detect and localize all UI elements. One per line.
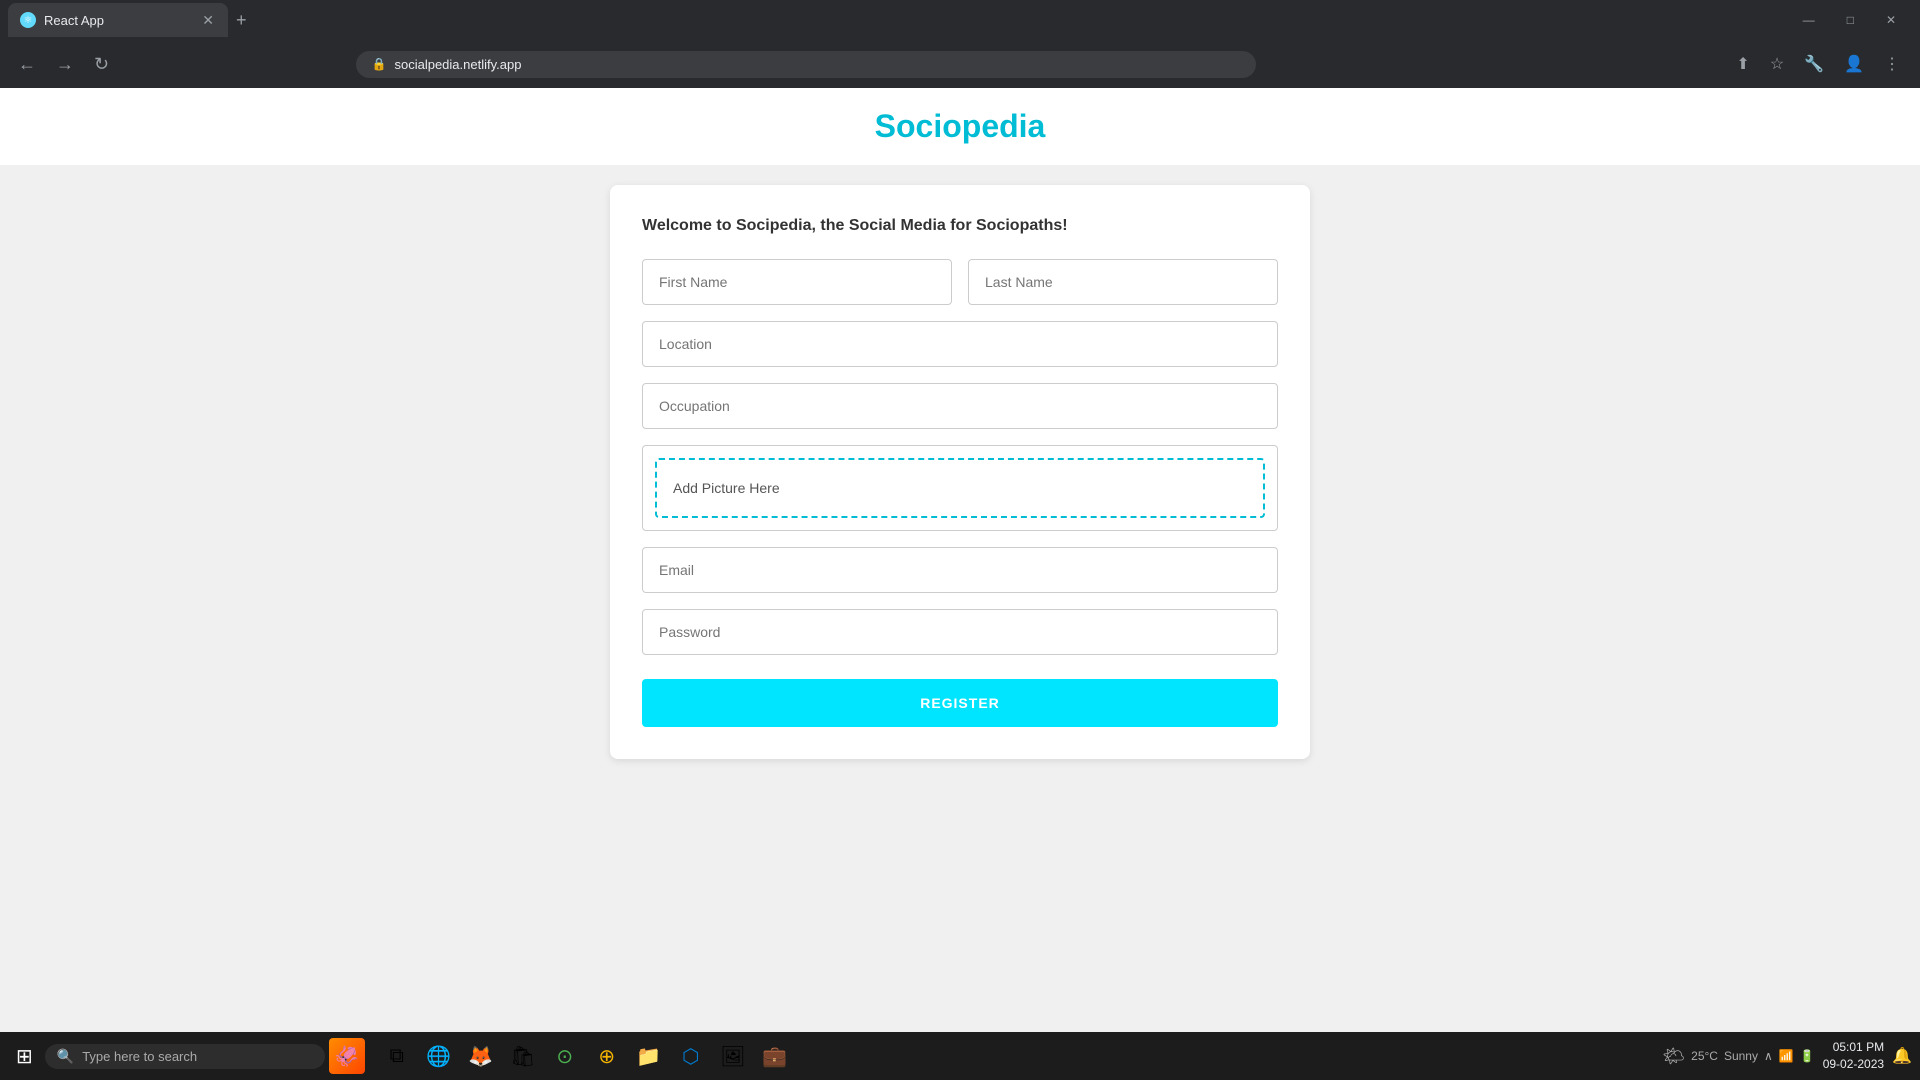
- address-text: socialpedia.netlify.app: [394, 57, 521, 72]
- weather-icon: 🌤: [1662, 1046, 1685, 1067]
- taskbar-app-photos[interactable]: 🖼: [713, 1036, 753, 1076]
- picture-upload-dropzone[interactable]: Add Picture Here: [655, 458, 1265, 518]
- window-minimize-button[interactable]: —: [1787, 3, 1831, 37]
- taskbar-app-task-view[interactable]: ⧉: [377, 1036, 417, 1076]
- taskbar-app-file-manager[interactable]: 📁: [629, 1036, 669, 1076]
- first-name-input[interactable]: [642, 259, 952, 305]
- taskbar-right: 🌤 25°C Sunny ∧ 📶 🔋 05:01 PM 09-02-2023 🔔: [1662, 1039, 1912, 1073]
- system-tray: 🌤 25°C Sunny ∧ 📶 🔋: [1662, 1046, 1814, 1067]
- security-lock-icon: 🔒: [372, 57, 387, 71]
- refresh-button[interactable]: ↻: [88, 50, 115, 79]
- password-input[interactable]: [642, 609, 1278, 655]
- clock-time: 05:01 PM: [1833, 1039, 1884, 1056]
- new-tab-button[interactable]: +: [228, 10, 255, 31]
- chevron-up-icon[interactable]: ∧: [1764, 1049, 1773, 1063]
- last-name-input[interactable]: [968, 259, 1278, 305]
- address-bar-row: ← → ↻ 🔒 socialpedia.netlify.app ⬆ ☆ 🔧 👤 …: [0, 40, 1920, 88]
- site-header: Sociopedia: [0, 88, 1920, 165]
- password-row: [642, 609, 1278, 655]
- taskbar-search-icon: 🔍: [57, 1048, 74, 1065]
- registration-form-card: Welcome to Socipedia, the Social Media f…: [610, 185, 1310, 759]
- window-controls: — □ ✕: [1787, 3, 1912, 37]
- share-icon[interactable]: ⬆: [1728, 50, 1757, 78]
- taskbar-apps: ⧉ 🌐 🦊 🛍 ⊙ ⊕ 📁 ⬡ 🖼 💼: [377, 1036, 795, 1076]
- tab-bar: ⚛ React App ✕ + — □ ✕: [0, 0, 1920, 40]
- menu-icon[interactable]: ⋮: [1876, 50, 1908, 78]
- taskbar: ⊞ 🔍 Type here to search 🦑 ⧉ 🌐 🦊 🛍 ⊙ ⊕ 📁 …: [0, 1032, 1920, 1080]
- address-bar[interactable]: 🔒 socialpedia.netlify.app: [356, 51, 1256, 78]
- location-input[interactable]: [642, 321, 1278, 367]
- picture-upload-wrapper: Add Picture Here: [642, 445, 1278, 531]
- taskbar-search-bar[interactable]: 🔍 Type here to search: [45, 1044, 325, 1069]
- profile-icon[interactable]: 👤: [1836, 50, 1872, 78]
- taskbar-app-edge[interactable]: 🌐: [419, 1036, 459, 1076]
- clock-date: 09-02-2023: [1823, 1056, 1884, 1073]
- taskbar-app-vscode[interactable]: ⬡: [671, 1036, 711, 1076]
- browser-actions: ⬆ ☆ 🔧 👤 ⋮: [1728, 50, 1908, 78]
- temperature: 25°C: [1691, 1049, 1718, 1063]
- back-button[interactable]: ←: [12, 50, 42, 79]
- window-maximize-button[interactable]: □: [1831, 3, 1870, 37]
- bookmark-icon[interactable]: ☆: [1762, 50, 1792, 78]
- taskbar-mascot: 🦑: [329, 1038, 365, 1074]
- battery-icon: 🔋: [1800, 1049, 1815, 1063]
- taskbar-app-chrome[interactable]: ⊙: [545, 1036, 585, 1076]
- taskbar-search-placeholder: Type here to search: [82, 1049, 197, 1064]
- email-row: [642, 547, 1278, 593]
- browser-tab-active[interactable]: ⚛ React App ✕: [8, 3, 228, 37]
- tab-favicon: ⚛: [20, 12, 36, 28]
- browser-window: ⚛ React App ✕ + — □ ✕ ← → ↻ 🔒 socialpedi…: [0, 0, 1920, 1080]
- picture-upload-label: Add Picture Here: [673, 480, 780, 496]
- taskbar-app-store[interactable]: 🛍: [503, 1036, 543, 1076]
- weather-condition: Sunny: [1724, 1049, 1758, 1063]
- start-button[interactable]: ⊞: [8, 1040, 41, 1073]
- occupation-input[interactable]: [642, 383, 1278, 429]
- tab-close-button[interactable]: ✕: [200, 10, 216, 31]
- taskbar-app-firefox[interactable]: 🦊: [461, 1036, 501, 1076]
- wifi-icon: 📶: [1779, 1049, 1794, 1063]
- taskbar-app-extra[interactable]: 💼: [755, 1036, 795, 1076]
- notification-button[interactable]: 🔔: [1892, 1046, 1912, 1066]
- occupation-row: [642, 383, 1278, 429]
- tab-title: React App: [44, 13, 192, 28]
- email-input[interactable]: [642, 547, 1278, 593]
- location-row: [642, 321, 1278, 367]
- site-title: Sociopedia: [20, 108, 1900, 145]
- extensions-icon[interactable]: 🔧: [1796, 50, 1832, 78]
- name-row: [642, 259, 1278, 305]
- system-clock[interactable]: 05:01 PM 09-02-2023: [1823, 1039, 1884, 1073]
- register-button[interactable]: REGISTER: [642, 679, 1278, 727]
- taskbar-app-chrome-alt[interactable]: ⊕: [587, 1036, 627, 1076]
- window-close-button[interactable]: ✕: [1870, 3, 1912, 37]
- welcome-message: Welcome to Socipedia, the Social Media f…: [642, 217, 1278, 235]
- page-content: Sociopedia Welcome to Socipedia, the Soc…: [0, 88, 1920, 1032]
- forward-button[interactable]: →: [50, 50, 80, 79]
